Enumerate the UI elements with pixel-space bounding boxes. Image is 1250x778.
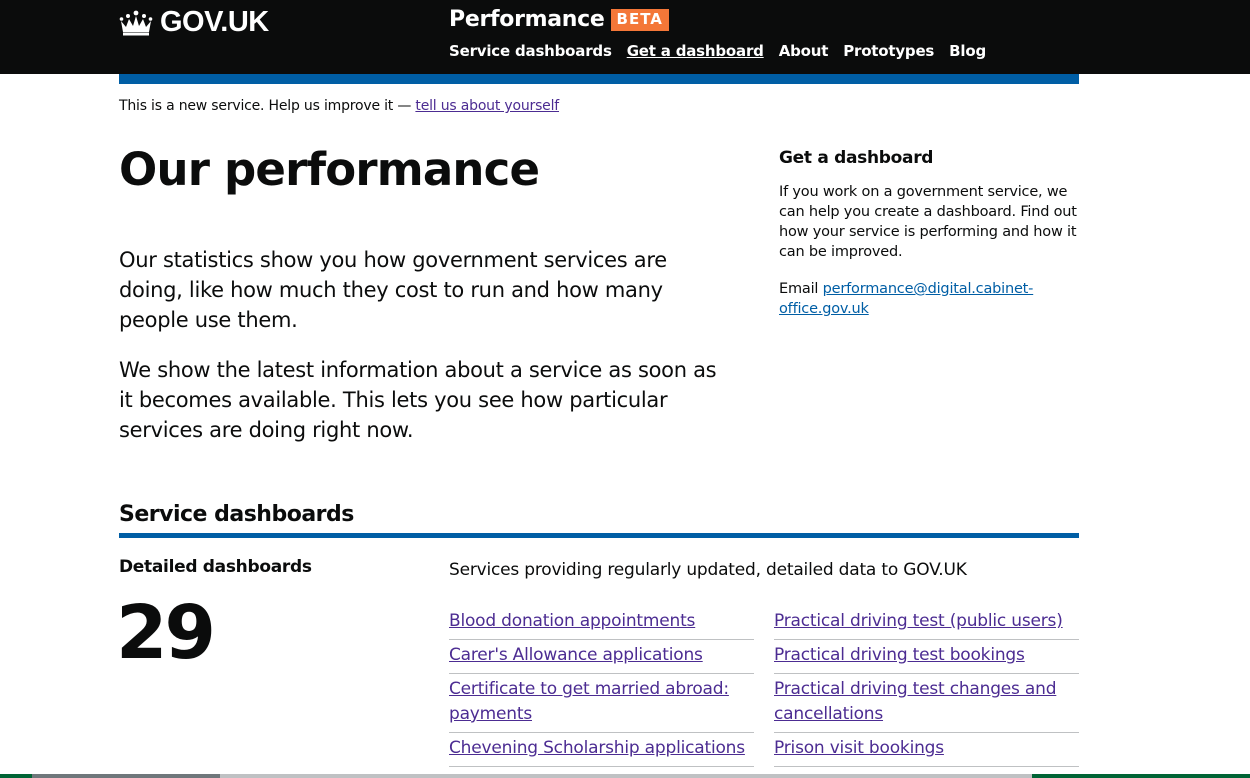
aside-body: If you work on a government service, we …	[779, 184, 1077, 260]
intro-paragraph-1: Our statistics show you how government s…	[119, 248, 667, 332]
services-list-right: Practical driving test (public users) Pr…	[774, 606, 1079, 767]
page-title: Our performance	[119, 143, 540, 196]
service-link-driving-test-changes[interactable]: Practical driving test changes and cance…	[774, 679, 1057, 724]
detailed-dashboards-label: Detailed dashboards	[119, 557, 312, 577]
nav-service-dashboards[interactable]: Service dashboards	[449, 42, 612, 60]
govuk-logo-link[interactable]: GOV.UK	[119, 6, 269, 39]
service-link-driving-test-public[interactable]: Practical driving test (public users)	[774, 611, 1063, 631]
service-link-marriage-certificate[interactable]: Certificate to get married abroad: payme…	[449, 679, 729, 724]
header-accent-bar	[119, 74, 1079, 84]
main-nav: Service dashboards Get a dashboard About…	[449, 42, 1001, 60]
services-list-left: Blood donation appointments Carer's Allo…	[449, 606, 754, 767]
intro-paragraph-2: We show the latest information about a s…	[119, 358, 717, 442]
aside-title: Get a dashboard	[779, 148, 934, 168]
product-title: Performance BETA	[449, 7, 669, 32]
dashboard-count: 29	[116, 590, 216, 676]
phase-tag: BETA	[610, 8, 669, 31]
service-link-blood-donation[interactable]: Blood donation appointments	[449, 611, 695, 631]
nav-about[interactable]: About	[779, 42, 829, 60]
crown-icon	[119, 10, 153, 35]
service-link-prison-visits[interactable]: Prison visit bookings	[774, 738, 944, 758]
service-dashboards-heading: Service dashboards	[119, 502, 354, 527]
list-item: Certificate to get married abroad: payme…	[449, 674, 754, 733]
email-label: Email	[779, 281, 823, 297]
site-header: GOV.UK Performance BETA Service dashboar…	[0, 0, 1250, 74]
get-dashboard-aside: Get a dashboard If you work on a governm…	[779, 146, 1084, 319]
bottom-strip	[0, 774, 1250, 778]
nav-get-a-dashboard[interactable]: Get a dashboard	[627, 42, 764, 60]
list-item: Carer's Allowance applications	[449, 640, 754, 674]
feedback-link[interactable]: tell us about yourself	[415, 98, 559, 114]
product-name-link[interactable]: Performance	[449, 7, 605, 32]
list-item: Prison visit bookings	[774, 733, 1079, 767]
banner-text: This is a new service. Help us improve i…	[119, 98, 416, 114]
list-item: Practical driving test bookings	[774, 640, 1079, 674]
aside-email: Email performance@digital.cabinet-office…	[779, 279, 1084, 319]
section-divider	[119, 533, 1079, 538]
list-item: Blood donation appointments	[449, 606, 754, 640]
list-item: Practical driving test changes and cance…	[774, 674, 1079, 733]
nav-blog[interactable]: Blog	[949, 42, 986, 60]
nav-prototypes[interactable]: Prototypes	[843, 42, 934, 60]
services-intro: Services providing regularly updated, de…	[449, 560, 967, 580]
list-item: Chevening Scholarship applications	[449, 733, 754, 767]
logo-text: GOV.UK	[160, 6, 269, 38]
list-item: Practical driving test (public users)	[774, 606, 1079, 640]
phase-banner: This is a new service. Help us improve i…	[119, 98, 559, 114]
service-link-chevening[interactable]: Chevening Scholarship applications	[449, 738, 745, 758]
service-link-carers-allowance[interactable]: Carer's Allowance applications	[449, 645, 703, 665]
service-link-driving-test-bookings[interactable]: Practical driving test bookings	[774, 645, 1025, 665]
